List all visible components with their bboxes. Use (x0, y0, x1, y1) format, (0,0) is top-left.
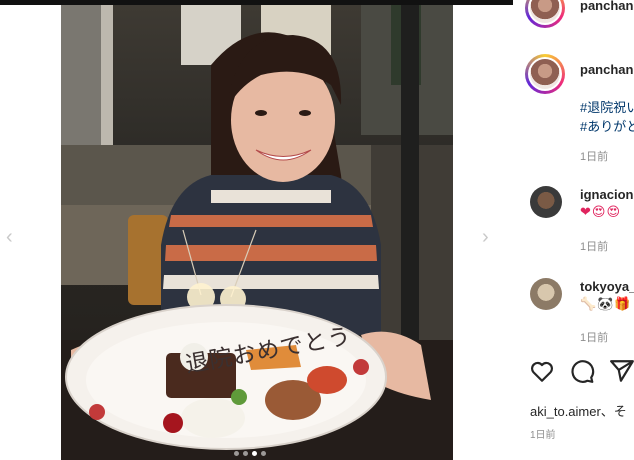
carousel-dot (243, 451, 248, 456)
comment-text: ❤😍😍 (580, 204, 621, 219)
carousel-dot (261, 451, 266, 456)
avatar-image (530, 59, 560, 89)
header-avatar[interactable] (525, 0, 565, 28)
avatar-image (530, 0, 560, 23)
comment-bubble-icon[interactable] (569, 358, 595, 384)
carousel-dots (234, 451, 266, 456)
heart-icon[interactable] (529, 358, 555, 384)
comment-text: 🦴🐼🎁 (580, 296, 632, 311)
reply-link[interactable]: 「 (628, 238, 634, 254)
commenter-avatar[interactable] (530, 186, 562, 218)
chevron-left-icon[interactable]: ‹ (6, 227, 26, 247)
photo-illustration (61, 5, 453, 460)
comment-username[interactable]: ignacion (580, 187, 633, 202)
likes-text[interactable]: aki_to.aimer、そ (530, 401, 627, 420)
carousel-dot (234, 451, 239, 456)
paper-plane-icon[interactable] (609, 358, 634, 384)
commenter-avatar[interactable] (530, 278, 562, 310)
hashtag-link[interactable]: #ありがと (580, 116, 634, 135)
post-sidebar: panchan panchan #退院祝い #ありがと 1日前 ignacion… (513, 0, 634, 460)
comment-username[interactable]: tokyoya_ (580, 279, 634, 294)
avatar-ring (528, 57, 562, 91)
comment-time[interactable]: 1日前 (580, 238, 608, 254)
chevron-right-icon[interactable]: › (482, 227, 502, 247)
caption-username[interactable]: panchan (580, 62, 633, 77)
post-time[interactable]: 1日前 (530, 426, 556, 441)
post-photo[interactable]: 退院おめでとう (61, 5, 453, 460)
comment-time[interactable]: 1日前 (580, 329, 608, 345)
header-username[interactable]: panchan (580, 0, 633, 13)
caption-avatar[interactable] (525, 54, 565, 94)
avatar-ring (528, 0, 562, 25)
carousel-dot-active (252, 451, 257, 456)
hashtag-link[interactable]: #退院祝い (580, 97, 634, 116)
caption-time[interactable]: 1日前 (580, 148, 608, 164)
post-media: ‹ 退院おめでとう › (0, 5, 513, 460)
